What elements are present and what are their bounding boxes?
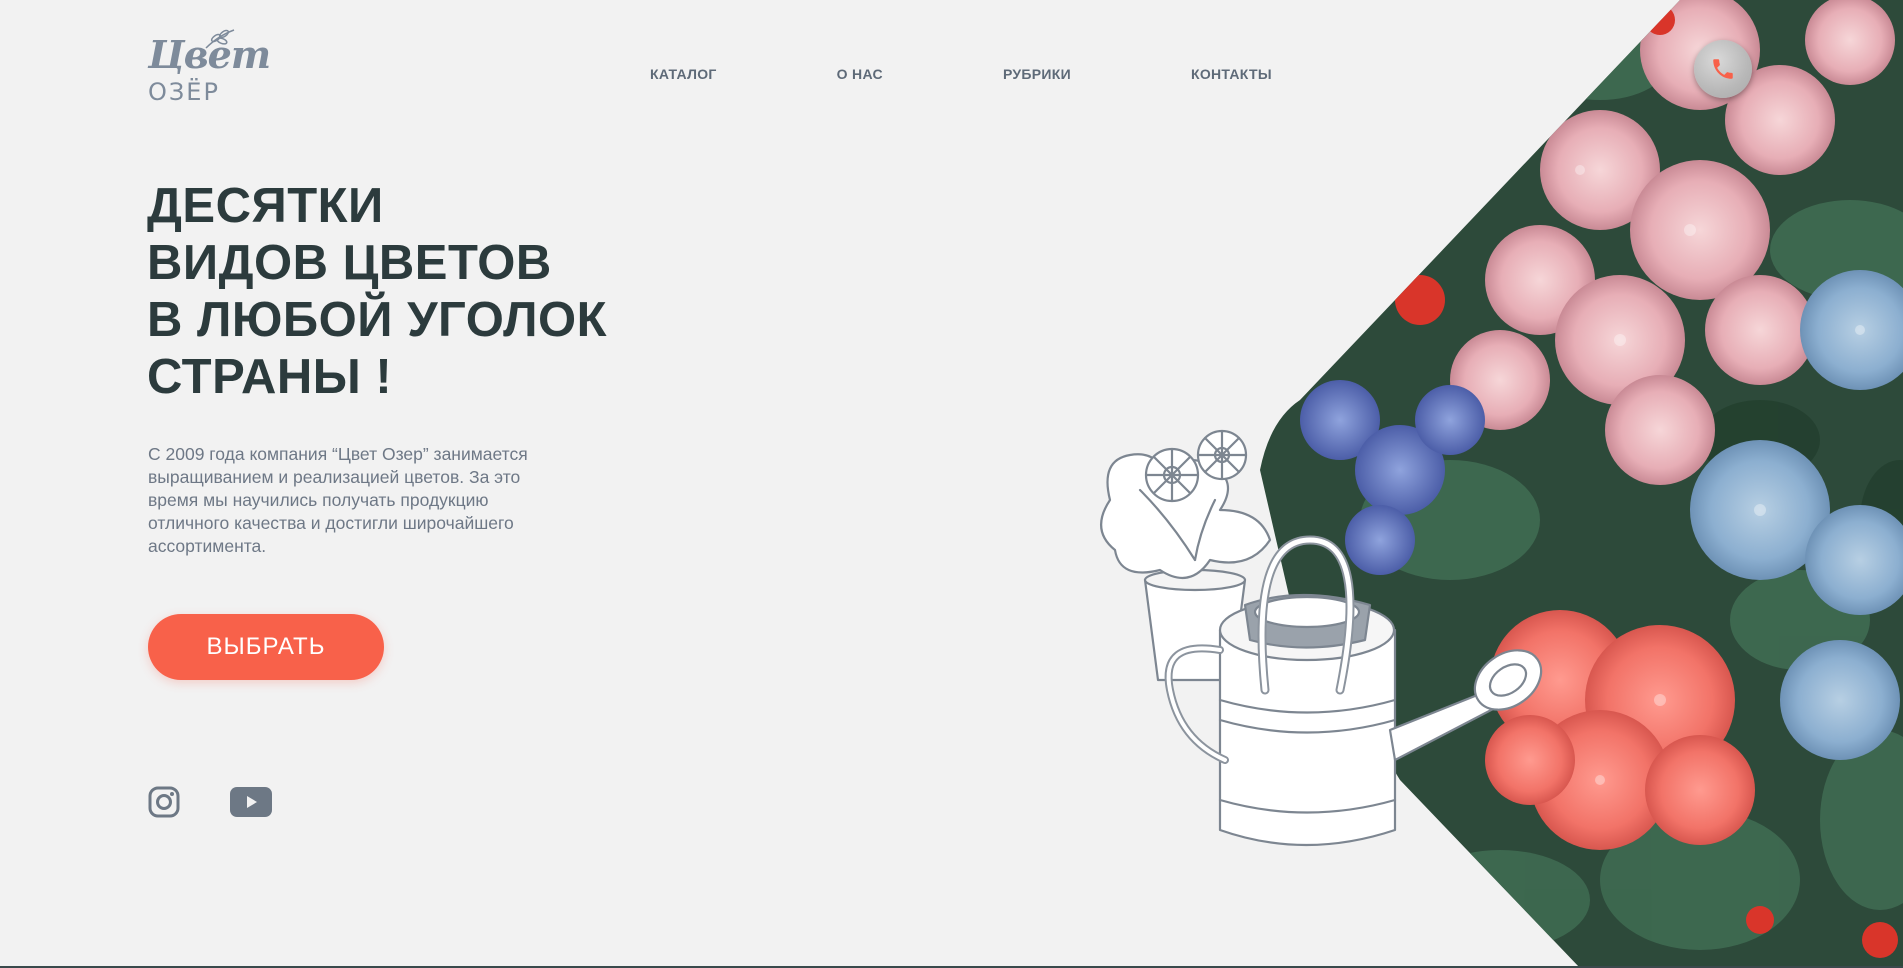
logo-script-text: Цвет	[148, 32, 271, 77]
nav-item-rubrics[interactable]: РУБРИКИ	[1003, 66, 1071, 82]
social-links	[148, 786, 272, 818]
hero-title-line: СТРАНЫ !	[147, 350, 393, 404]
nav-item-about[interactable]: О НАС	[837, 66, 883, 82]
landing-page: Цвет ОЗЁР КАТАЛОГ О НАС РУБРИКИ КОНТАКТЫ…	[0, 0, 1903, 968]
hero-title-line: ВИДОВ ЦВЕТОВ	[147, 236, 552, 290]
main-nav: КАТАЛОГ О НАС РУБРИКИ КОНТАКТЫ	[650, 66, 1272, 82]
hero-title-line: ДЕСЯТКИ	[147, 179, 384, 233]
hero-description: С 2009 года компания “Цвет Озер” занимае…	[148, 444, 528, 556]
instagram-icon[interactable]	[148, 786, 180, 818]
nav-item-contacts[interactable]: КОНТАКТЫ	[1191, 66, 1272, 82]
choose-button[interactable]: ВЫБРАТЬ	[148, 614, 384, 680]
logo-caps-text: ОЗЁР	[148, 78, 220, 106]
phone-button[interactable]	[1694, 40, 1752, 98]
hero-title: ДЕСЯТКИ ВИДОВ ЦВЕТОВ В ЛЮБОЙ УГОЛОК СТРА…	[147, 178, 607, 406]
hero-title-line: В ЛЮБОЙ УГОЛОК	[147, 293, 607, 347]
youtube-icon[interactable]	[230, 787, 272, 817]
phone-icon	[1713, 59, 1733, 79]
nav-item-catalog[interactable]: КАТАЛОГ	[650, 66, 717, 82]
brand-logo[interactable]: Цвет ОЗЁР	[148, 28, 271, 108]
